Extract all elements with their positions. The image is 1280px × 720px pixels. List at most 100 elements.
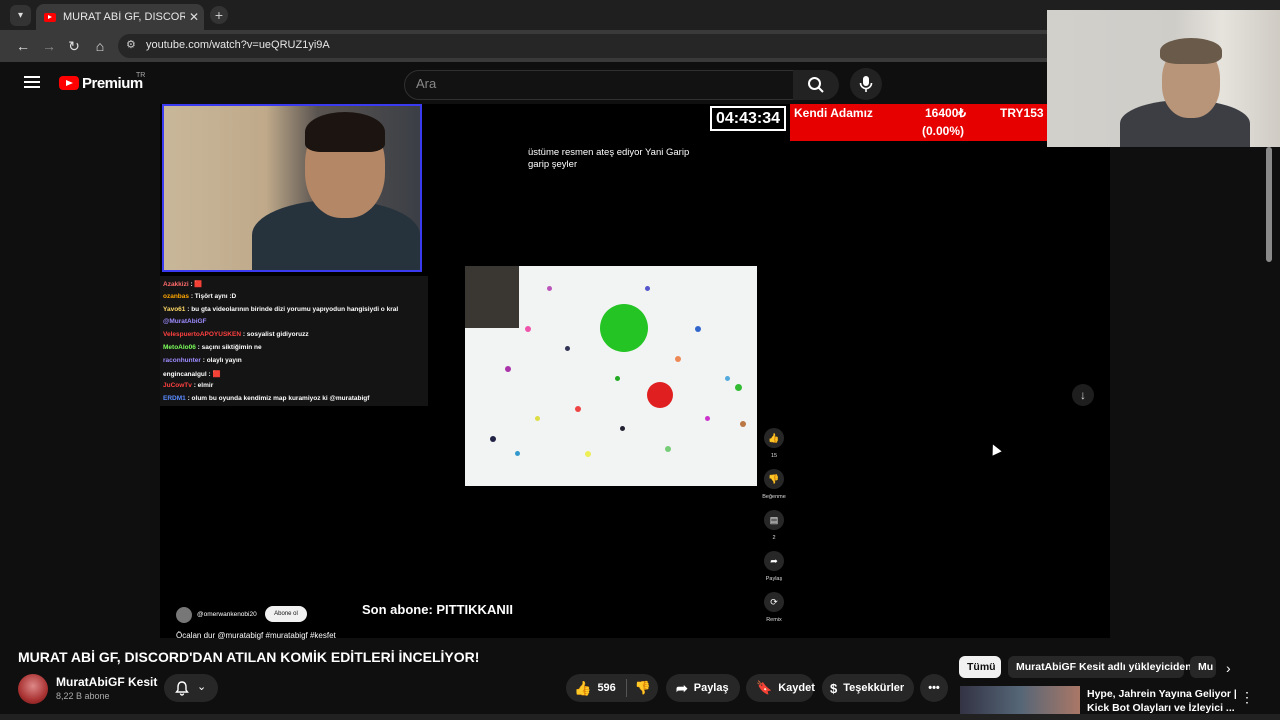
voice-search-button[interactable] bbox=[850, 68, 882, 100]
channel-name[interactable]: MuratAbiGF Kesit bbox=[56, 675, 157, 689]
chat-text: : olaylı yayın bbox=[200, 356, 242, 364]
chat-text: : saçını siktiğimin ne bbox=[195, 344, 262, 351]
chat-text: : bu gta videolarının birinde dizi yorum… bbox=[185, 305, 399, 313]
chat-username: engincanalgul bbox=[163, 370, 207, 378]
chat-username: Azakkizi bbox=[163, 281, 189, 288]
chat-text: : 🟥 bbox=[206, 370, 221, 378]
bell-icon bbox=[175, 681, 189, 696]
like-divider bbox=[625, 679, 627, 697]
like-dislike-group: 👍 596 👎 bbox=[566, 674, 658, 702]
dislike-icon[interactable]: 👎 bbox=[635, 680, 651, 696]
chat-text: : sosyalist gidiyoruzz bbox=[241, 331, 309, 339]
shorts-comment-icon: ▤ bbox=[764, 510, 784, 530]
new-tab-button[interactable]: + bbox=[210, 6, 228, 24]
bottom-scroll-area bbox=[0, 714, 1280, 720]
shorts-share-icon: ➦ bbox=[764, 551, 784, 571]
chevron-right-icon[interactable]: › bbox=[1226, 660, 1231, 676]
home-button[interactable]: ⌂ bbox=[91, 37, 109, 55]
chat-username: ozanbas bbox=[163, 292, 190, 300]
forward-button[interactable]: → bbox=[40, 37, 58, 55]
save-label: Kaydet bbox=[778, 682, 815, 694]
stream-chat: Azakkizi : 🟥 ozanbas : Tişört aynı :D Yavo… bbox=[160, 276, 428, 406]
shorts-description: Öcalan dur @muratabigf #muratabigf #kesf… bbox=[176, 631, 336, 640]
search-input[interactable] bbox=[404, 70, 794, 100]
chat-message: Azakkizi : 🟥 bbox=[163, 280, 203, 288]
chat-username: Yavo61 bbox=[163, 305, 186, 313]
guest-webcam-thumbnail bbox=[465, 266, 519, 328]
search-placeholder: Ara bbox=[416, 76, 437, 91]
last-subscriber-text: Son abone: PITTIKKANII bbox=[362, 602, 513, 617]
chip-from-uploader[interactable]: MuratAbiGF Kesit adlı yükleyiciden bbox=[1008, 656, 1192, 678]
shorts-remix-label: Remix bbox=[766, 617, 782, 623]
red-cell bbox=[647, 382, 673, 408]
menu-icon[interactable] bbox=[24, 76, 40, 88]
back-button[interactable]: ← bbox=[14, 37, 32, 55]
shorts-remix-icon: ⟳ bbox=[764, 592, 784, 612]
ticker-currency: TRY153 bbox=[1000, 106, 1044, 120]
thanks-icon: $ bbox=[830, 680, 838, 696]
like-icon[interactable]: 👍 bbox=[574, 680, 591, 697]
notification-bell-button[interactable]: ⌄ bbox=[164, 674, 218, 702]
chip-more[interactable]: Mu bbox=[1190, 656, 1216, 678]
shorts-like-count: 15 bbox=[770, 453, 778, 459]
shorts-comment-count: 2 bbox=[772, 535, 776, 541]
thanks-label: Teşekkürler bbox=[843, 682, 905, 694]
search-icon bbox=[808, 77, 824, 93]
tab-title: MURAT ABİ GF, DISCORD'DAN AT... bbox=[63, 11, 185, 23]
ticker-name: Kendi Adamız bbox=[794, 106, 873, 120]
browser-tab[interactable]: MURAT ABİ GF, DISCORD'DAN AT... ✕ bbox=[36, 4, 204, 30]
shorts-dislike-label: Beğenme bbox=[762, 494, 786, 500]
page-scrollbar[interactable] bbox=[1266, 147, 1272, 262]
next-short-arrow-icon[interactable]: ↓ bbox=[1072, 384, 1094, 406]
like-count[interactable]: 596 bbox=[597, 682, 615, 694]
url-text[interactable]: youtube.com/watch?v=ueQRUZ1yi9A bbox=[146, 39, 330, 51]
more-vertical-icon[interactable]: ⋮ bbox=[1240, 689, 1254, 706]
chat-message: @MuratAbiGF bbox=[163, 318, 207, 325]
tab-search-button[interactable]: ▾ bbox=[10, 5, 31, 26]
chat-message: VelespuertoAPOYUSKEN : sosyalist gidiyor… bbox=[163, 331, 309, 338]
video-subtitle: üstüme resmen ateş ediyor Yani Garip gar… bbox=[528, 147, 689, 171]
chip-all[interactable]: Tümü bbox=[959, 656, 1001, 678]
shorts-like-icon: 👍 bbox=[764, 428, 784, 448]
reload-button[interactable]: ↻ bbox=[65, 37, 83, 55]
rec-title-line-2: Kick Bot Olayları ve İzleyici ... bbox=[1087, 702, 1235, 714]
stream-timer: 04:43:34 bbox=[710, 106, 786, 131]
tab-close-icon[interactable]: ✕ bbox=[189, 10, 199, 24]
bookmark-icon: 🔖 bbox=[756, 680, 773, 695]
chat-text: : elmir bbox=[191, 382, 214, 390]
share-label: Paylaş bbox=[693, 682, 729, 694]
channel-avatar[interactable] bbox=[18, 674, 48, 704]
region-label: TR bbox=[136, 72, 146, 79]
video-title: MURAT ABİ GF, DISCORD'DAN ATILAN KOMİK E… bbox=[18, 649, 480, 665]
chat-username: JuCowTv bbox=[163, 382, 192, 390]
shorts-subscribe-button: Abone ol bbox=[265, 606, 307, 622]
shorts-channel-avatar bbox=[176, 607, 192, 623]
subtitle-line-2: garip şeyler bbox=[528, 159, 578, 170]
chat-message: MetoAlo06 : saçını siktiğimin ne bbox=[163, 344, 262, 351]
recommended-video-title[interactable]: Hype, Jahrein Yayına Geliyor | Kick Bot … bbox=[1087, 687, 1237, 715]
site-settings-icon[interactable]: ⚙ bbox=[126, 38, 136, 51]
share-icon: ➦ bbox=[676, 679, 688, 696]
chat-text: : olum bu oyunda kendimiz map kuramiyoz … bbox=[185, 395, 370, 403]
chat-username: raconhunter bbox=[163, 356, 201, 364]
ticker-value: 16400₺ bbox=[925, 106, 967, 120]
save-button[interactable]: 🔖 Kaydet bbox=[746, 674, 815, 702]
streamer-hair bbox=[305, 112, 385, 152]
chat-message: engincanalgul : 🟥 bbox=[163, 370, 221, 378]
rec-title-line-1: Hype, Jahrein Yayına Geliyor | bbox=[1087, 688, 1237, 700]
viewer-hair bbox=[1160, 38, 1222, 64]
brand-label[interactable]: Premium bbox=[82, 75, 143, 92]
chat-username: VelespuertoAPOYUSKEN bbox=[163, 331, 242, 339]
subtitle-line-1: üstüme resmen ateş ediyor Yani Garip bbox=[528, 147, 690, 158]
green-cell bbox=[600, 304, 648, 352]
thanks-button[interactable]: $ Teşekkürler bbox=[822, 674, 914, 702]
chat-username: MetoAlo06 bbox=[163, 344, 196, 351]
subscriber-count: 8,22 B abone bbox=[56, 691, 110, 701]
shorts-dislike-icon: 👎 bbox=[764, 469, 784, 489]
shorts-channel-name: @omerwankenobi20 bbox=[197, 611, 257, 618]
more-actions-button[interactable]: ••• bbox=[920, 674, 948, 702]
chat-message: ERDM1 : olum bu oyunda kendimiz map kura… bbox=[163, 395, 369, 402]
share-button[interactable]: ➦ Paylaş bbox=[666, 674, 740, 702]
youtube-logo-icon[interactable] bbox=[59, 76, 79, 90]
search-button[interactable] bbox=[793, 70, 839, 100]
